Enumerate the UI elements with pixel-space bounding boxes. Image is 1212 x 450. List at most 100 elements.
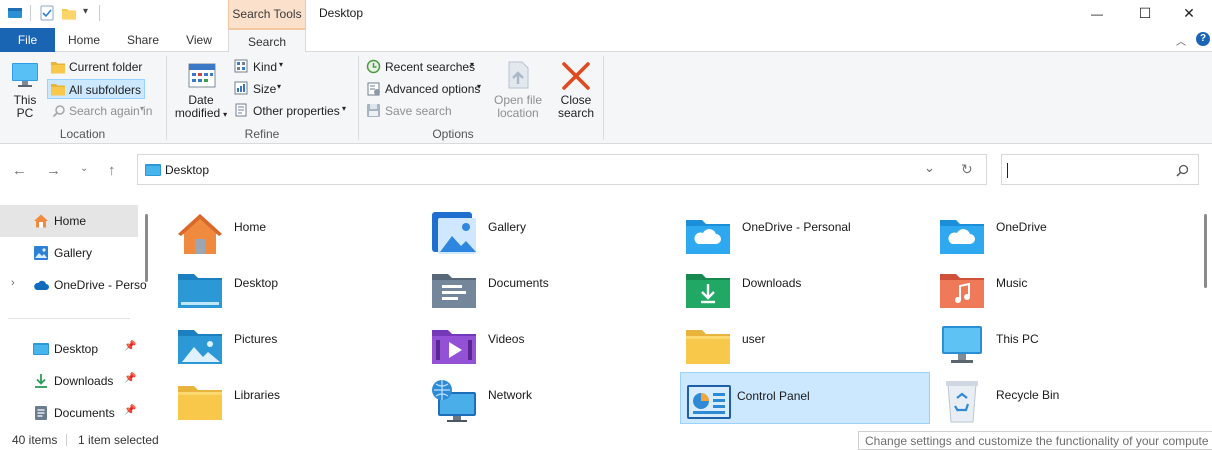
item-label: Libraries [234,388,281,402]
item-onedrive[interactable]: OneDrive [912,204,1162,256]
item-pictures[interactable]: Pictures [150,316,400,368]
expand-chevron-icon[interactable]: › [11,277,15,289]
item-label: Network [488,388,533,402]
status-divider [66,434,67,446]
item-network[interactable]: Network [404,372,654,424]
nav-item-label: Gallery [54,246,93,260]
item-label: Control Panel [737,389,810,403]
desktop-folder-icon [178,274,222,308]
search-input[interactable] [1001,154,1199,185]
navigation-row: ← → ⌄ ↑ Desktop ⌄ ↻ [0,150,1212,190]
pin-icon[interactable]: 📌 [124,405,136,416]
maximize-button[interactable]: ☐ [1122,0,1168,28]
videos-folder-icon [432,330,476,364]
item-recycle-bin[interactable]: Recycle Bin [912,372,1162,424]
item-music[interactable]: Music [912,260,1162,312]
nav-item-onedrive-personal[interactable]: › OneDrive - Perso [0,269,147,301]
address-divider [815,155,816,184]
address-dropdown-icon[interactable]: ⌄ [924,160,935,176]
collapse-ribbon-icon[interactable]: ︿ [1176,33,1186,48]
nav-item-gallery[interactable]: Gallery [0,237,138,269]
recent-searches-button[interactable]: Recent searches ▾ [364,57,486,77]
this-pc-scope-button[interactable]: This PC [6,58,44,124]
date-modified-button[interactable]: Date modified ▾ [171,58,231,124]
item-videos[interactable]: Videos [404,316,654,368]
pictures-folder-icon [178,330,222,364]
other-properties-label: Other properties [253,104,340,118]
date-modified-dropdown-icon: ▾ [223,110,228,119]
other-properties-button[interactable]: Other properties ▾ [232,101,352,121]
recent-locations-button[interactable]: ⌄ [80,163,88,174]
desktop-icon [33,343,49,355]
size-button[interactable]: Size ▾ [232,79,290,99]
tab-file[interactable]: File [0,28,55,52]
refresh-icon[interactable]: ↻ [961,161,973,178]
item-home[interactable]: Home [150,204,400,256]
item-label: Recycle Bin [996,388,1060,402]
item-user[interactable]: user [658,316,908,368]
customize-qat-icon[interactable]: ▾ [83,6,88,17]
minimize-button[interactable]: — [1074,0,1120,28]
back-button[interactable]: ← [12,162,27,179]
item-desktop[interactable]: Desktop [150,260,400,312]
item-onedrive-personal[interactable]: OneDrive - Personal [658,204,908,256]
nav-divider [8,318,130,319]
downloads-folder-icon [686,274,730,308]
advanced-options-button[interactable]: Advanced options ▾ [364,79,492,99]
properties-icon[interactable] [39,5,55,21]
save-search-button[interactable]: Save search [364,101,460,121]
item-gallery[interactable]: Gallery [404,204,654,256]
nav-item-home[interactable]: Home [0,205,138,237]
this-pc-label-line2: PC [16,106,34,120]
network-icon [432,380,476,422]
help-icon[interactable]: ? [1196,32,1210,46]
file-list-scrollbar[interactable] [1204,214,1207,288]
item-control-panel[interactable]: Control Panel [680,372,930,424]
nav-item-desktop[interactable]: Desktop 📌 [0,333,138,365]
up-button[interactable]: ↑ [108,162,116,179]
text-cursor [1007,163,1008,178]
all-subfolders-button[interactable]: All subfolders [47,79,145,99]
tab-view[interactable]: View [175,28,223,52]
qat-divider [30,5,31,21]
item-documents[interactable]: Documents [404,260,654,312]
address-bar[interactable]: Desktop ⌄ ↻ [137,154,987,185]
close-search-button[interactable]: Close search [553,58,599,124]
subfolders-icon [51,84,65,96]
nav-pane-scrollbar[interactable] [145,214,148,282]
control-panel-icon [687,385,731,419]
close-window-button[interactable]: ✕ [1166,0,1212,28]
size-dropdown-icon: ▾ [277,82,282,91]
tab-home[interactable]: Home [60,28,108,52]
open-file-location-icon [508,61,529,89]
onedrive-folder-icon [940,220,984,254]
item-label: OneDrive [996,220,1047,234]
item-downloads[interactable]: Downloads [658,260,908,312]
kind-button[interactable]: Kind ▾ [232,57,290,77]
advanced-options-icon [367,82,380,96]
navigation-pane: Home Gallery › OneDrive - Perso Desktop … [0,198,148,428]
forward-arrow-icon: → [46,162,61,179]
forward-button[interactable]: → [46,162,61,179]
home-icon [178,214,222,254]
search-again-in-button[interactable]: Search again in ▾ [48,101,152,121]
qat-divider [99,5,100,21]
current-folder-button[interactable]: Current folder [48,57,144,77]
item-label: Downloads [742,276,802,290]
recent-searches-icon [366,59,381,74]
title-bar: ▾ Search Tools Desktop — ☐ ✕ [0,0,1212,28]
options-group-label: Options [432,127,474,141]
window-title: Desktop [319,6,364,20]
item-this-pc[interactable]: This PC [912,316,1162,368]
tab-share[interactable]: Share [118,28,168,52]
pin-icon[interactable]: 📌 [124,341,136,352]
open-file-location-button[interactable]: Open file location [489,58,547,124]
tab-search[interactable]: Search [228,28,306,53]
recent-searches-label: Recent searches [385,60,476,74]
pin-icon[interactable]: 📌 [124,373,136,384]
nav-item-documents[interactable]: Documents 📌 [0,397,138,428]
new-folder-icon[interactable] [61,5,77,21]
nav-item-downloads[interactable]: Downloads 📌 [0,365,138,397]
item-libraries[interactable]: Libraries [150,372,400,424]
kind-dropdown-icon: ▾ [279,60,284,69]
